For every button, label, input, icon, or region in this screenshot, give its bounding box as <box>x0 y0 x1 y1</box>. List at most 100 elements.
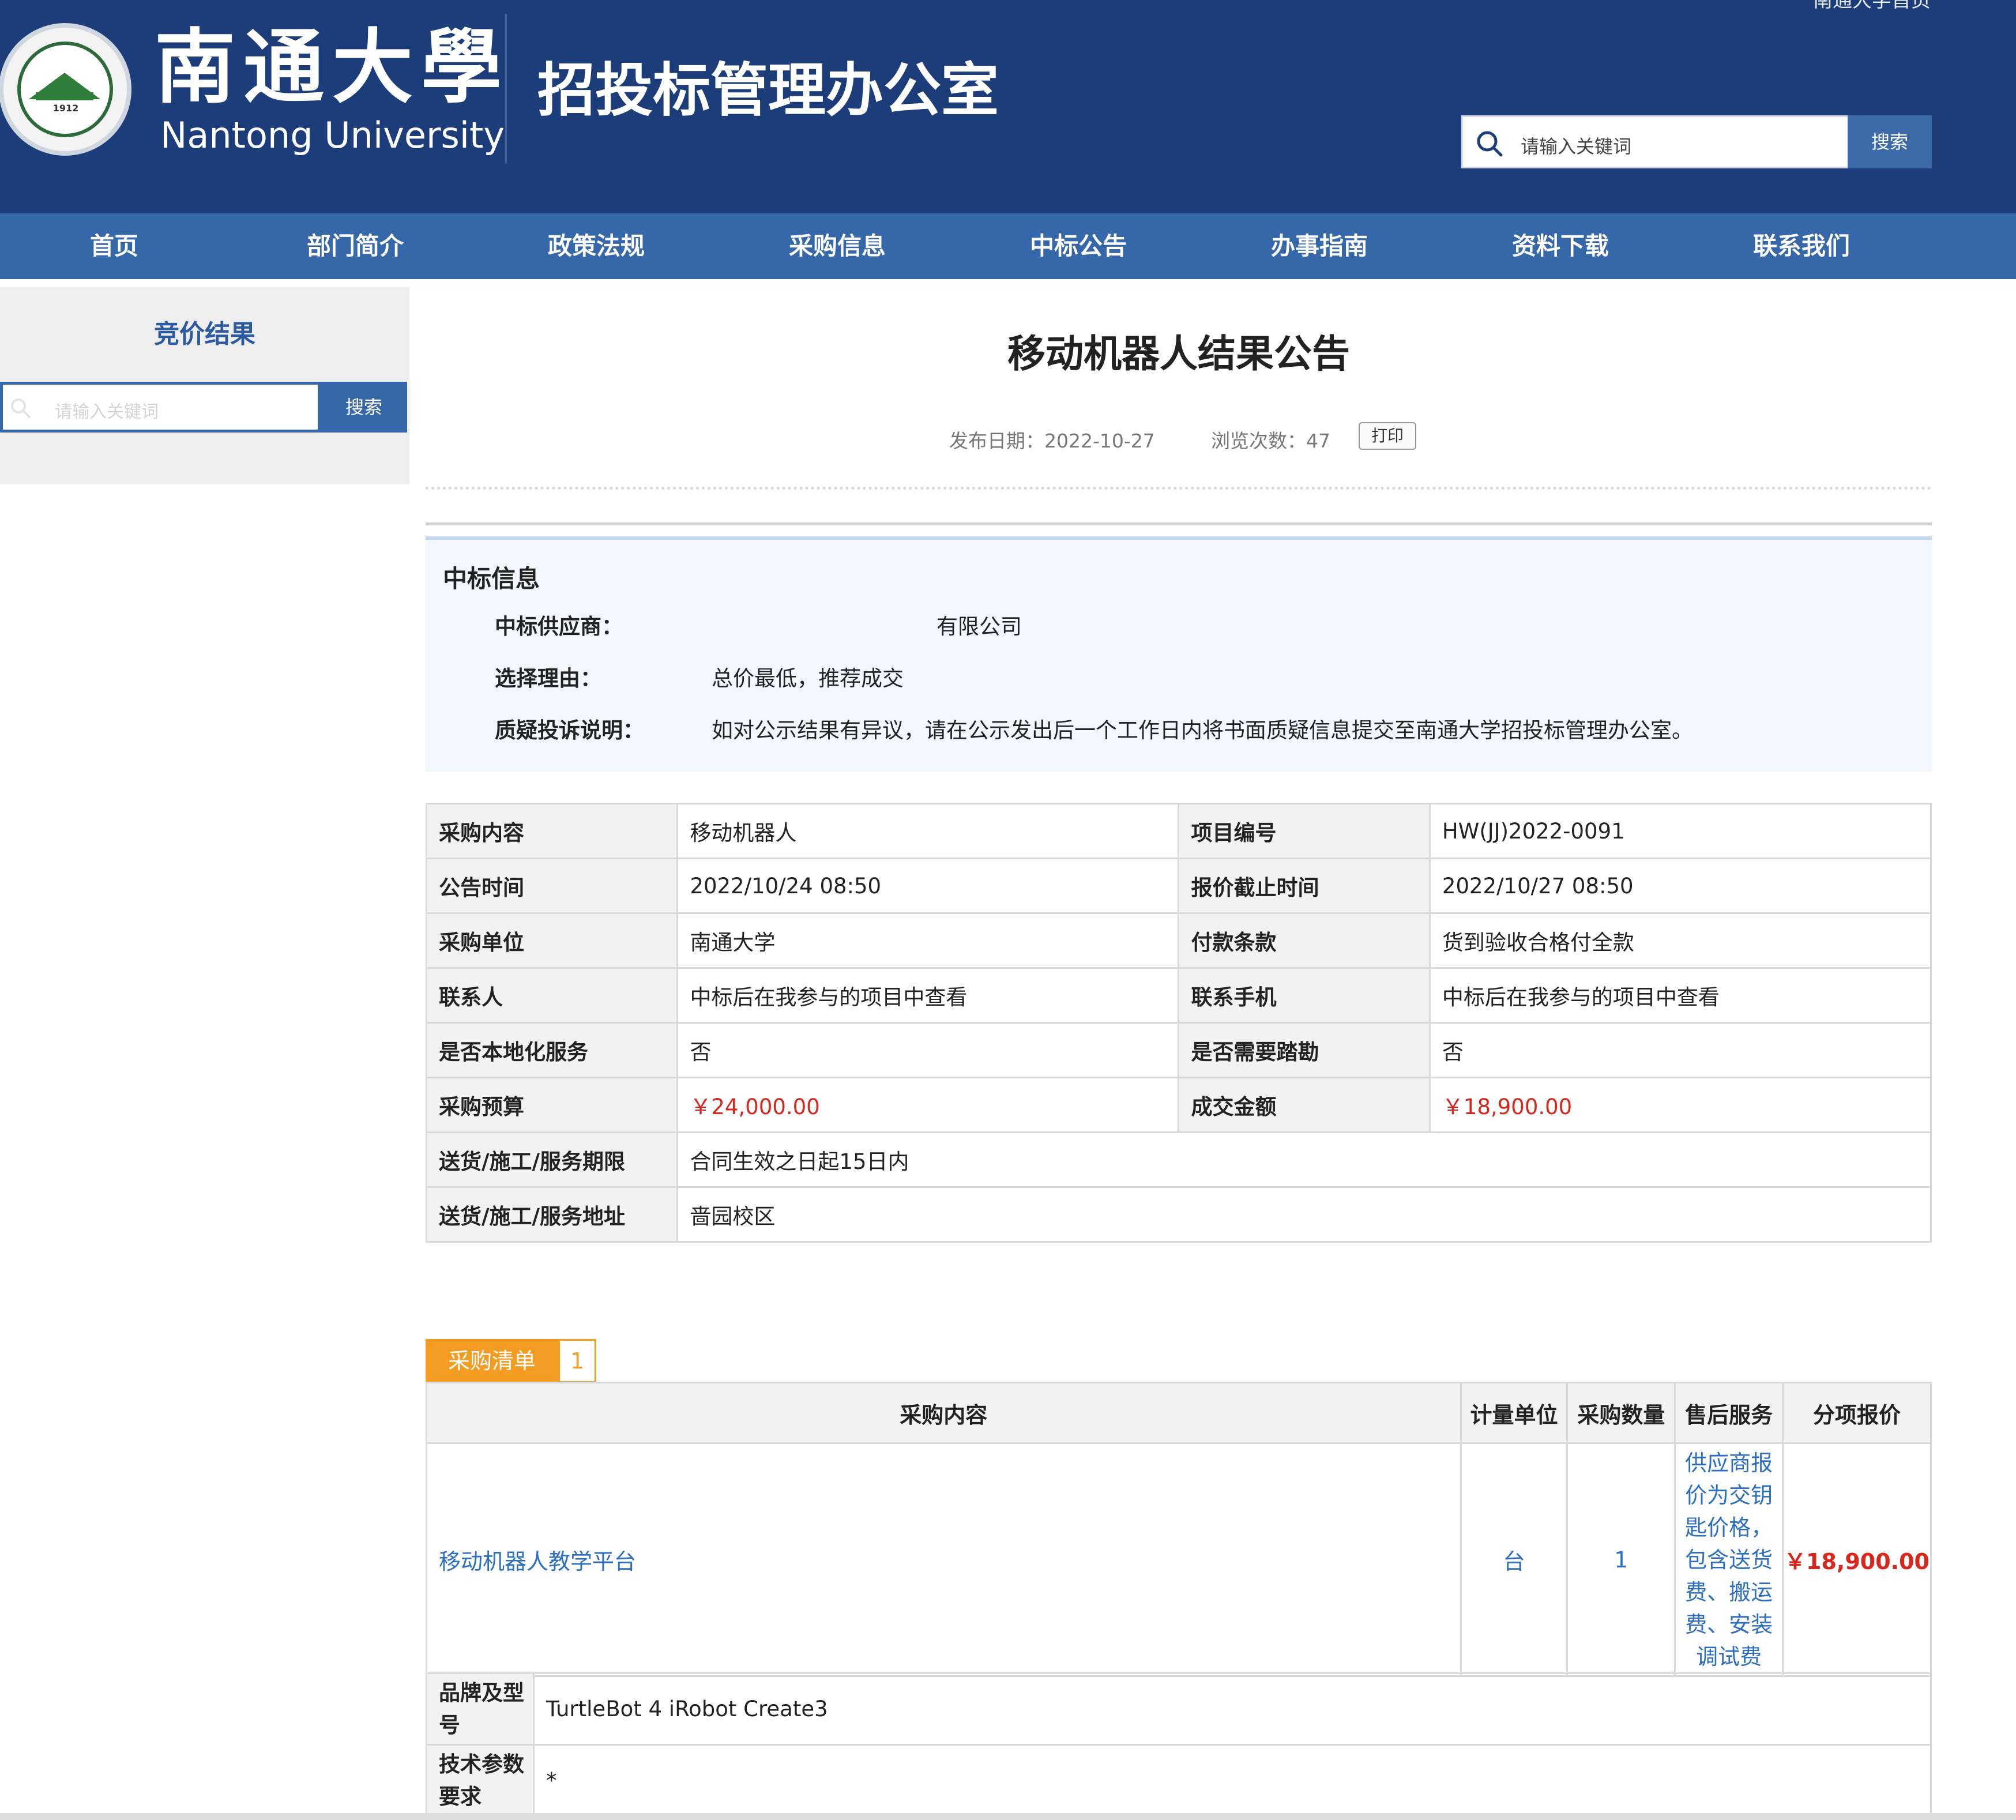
spec-label-line: 要求 <box>439 1784 482 1809</box>
sidebar-search-input[interactable]: 请输入关键词 <box>0 382 321 433</box>
nav-item-awards[interactable]: 中标公告 <box>1003 213 1153 279</box>
detail-key: 报价截止时间 <box>1178 858 1431 914</box>
brand-label-line: 品牌及型 <box>439 1680 524 1705</box>
detail-value: 2022/10/24 08:50 <box>676 858 1180 914</box>
detail-value: 中标后在我参与的项目中查看 <box>1428 967 1932 1024</box>
table-row: 技术参数 要求 * <box>426 1744 1932 1817</box>
table-row: 品牌及型 号 TurtleBot 4 iRobot Create3 <box>426 1672 1932 1746</box>
purchase-list-count: 1 <box>558 1339 596 1383</box>
table-row: 送货/施工/服务地址 啬园校区 <box>425 1186 1932 1243</box>
office-title: 招投标管理办公室 <box>537 56 999 124</box>
project-detail-table: 采购内容 移动机器人 项目编号 HW(JJ)2022-0091 公告时间 202… <box>425 803 1932 1243</box>
sidebar-search-placeholder: 请输入关键词 <box>55 402 159 422</box>
header-search-button[interactable]: 搜索 <box>1848 115 1932 168</box>
detail-key: 成交金额 <box>1178 1077 1431 1133</box>
bid-info-heading: 中标信息 <box>443 565 540 593</box>
reason-value: 总价最低，推荐成交 <box>712 666 904 691</box>
item-price: ￥18,900.00 <box>1782 1442 1932 1677</box>
nav-item-home[interactable]: 首页 <box>39 213 189 279</box>
service-line: 匙价格， <box>1685 1514 1773 1540</box>
university-home-link[interactable]: 南通大学首页 <box>1813 0 1931 10</box>
detail-value: 移动机器人 <box>676 803 1180 859</box>
header-search-placeholder: 请输入关键词 <box>1521 136 1632 157</box>
table-row: 公告时间 2022/10/24 08:50 报价截止时间 2022/10/27 … <box>425 858 1932 914</box>
detail-key: 联系人 <box>425 967 679 1024</box>
purchase-item-extra-table: 品牌及型 号 TurtleBot 4 iRobot Create3 技术参数 要… <box>426 1672 1932 1817</box>
detail-key: 项目编号 <box>1178 803 1431 859</box>
nav-item-downloads[interactable]: 资料下载 <box>1485 213 1635 279</box>
brand-label: 品牌及型 号 <box>426 1672 535 1746</box>
spec-label: 技术参数 要求 <box>426 1744 535 1817</box>
service-line: 费、安装 <box>1685 1611 1773 1637</box>
brand-value: TurtleBot 4 iRobot Create3 <box>533 1672 1932 1746</box>
header-divider <box>505 14 507 164</box>
reason-label: 选择理由： <box>495 666 601 691</box>
university-seal-logo[interactable]: 1912 <box>0 23 131 156</box>
complaint-value: 如对公示结果有异议，请在公示发出后一个工作日内将书面质疑信息提交至南通大学招投标… <box>712 718 1693 743</box>
table-row: 送货/施工/服务期限 合同生效之日起15日内 <box>425 1131 1932 1188</box>
service-line: 费、搬运 <box>1685 1579 1773 1605</box>
brand-label-line: 号 <box>439 1712 460 1738</box>
table-row: 采购预算 ￥24,000.00 成交金额 ￥18,900.00 <box>425 1077 1932 1133</box>
bid-info-panel: 中标信息 中标供应商： 有限公司 选择理由： 总价最低，推荐成交 质疑投诉说明：… <box>426 540 1932 772</box>
search-icon <box>11 398 31 418</box>
table-header-row: 采购内容 计量单位 采购数量 售后服务 分项报价 <box>426 1382 1932 1444</box>
budget-value: ￥24,000.00 <box>676 1077 1180 1133</box>
detail-key: 是否本地化服务 <box>425 1022 679 1078</box>
purchase-list-tab[interactable]: 采购清单 <box>426 1339 558 1383</box>
seal-roof-base <box>36 92 93 100</box>
redacted-supplier-name <box>712 619 936 637</box>
col-header-content: 采购内容 <box>426 1382 1462 1444</box>
detail-key: 公告时间 <box>425 858 679 914</box>
col-header-quantity: 采购数量 <box>1566 1382 1676 1444</box>
detail-value: 合同生效之日起15日内 <box>676 1131 1932 1188</box>
brand-english-name: Nantong University <box>160 114 505 156</box>
table-row: 联系人 中标后在我参与的项目中查看 联系手机 中标后在我参与的项目中查看 <box>425 967 1932 1024</box>
bottom-edge <box>0 1813 2016 1820</box>
detail-key: 送货/施工/服务地址 <box>425 1186 679 1243</box>
detail-value: 否 <box>1428 1022 1932 1078</box>
nav-item-policies[interactable]: 政策法规 <box>521 213 671 279</box>
seal-year: 1912 <box>52 103 79 114</box>
service-line: 供应商报 <box>1685 1450 1773 1476</box>
view-count: 浏览次数：47 <box>1211 430 1330 452</box>
item-name-link[interactable]: 移动机器人教学平台 <box>426 1442 1462 1677</box>
detail-key: 采购内容 <box>425 803 679 859</box>
table-row: 移动机器人教学平台 台 1 供应商报 价为交钥 匙价格， 包含送货 费、搬运 费… <box>426 1442 1932 1677</box>
section-rule <box>426 522 1932 525</box>
supplier-suffix: 有限公司 <box>936 614 1022 639</box>
col-header-service: 售后服务 <box>1674 1382 1784 1444</box>
detail-value: 中标后在我参与的项目中查看 <box>676 967 1180 1024</box>
detail-key: 送货/施工/服务期限 <box>425 1131 679 1188</box>
supplier-value: 有限公司 <box>712 609 1022 640</box>
search-icon <box>1477 131 1503 157</box>
col-header-unit: 计量单位 <box>1460 1382 1569 1444</box>
nav-item-guide[interactable]: 办事指南 <box>1244 213 1394 279</box>
item-quantity: 1 <box>1566 1442 1676 1677</box>
detail-key: 付款条款 <box>1178 912 1431 969</box>
detail-value: 南通大学 <box>676 912 1180 969</box>
item-service: 供应商报 价为交钥 匙价格， 包含送货 费、搬运 费、安装 调试费 <box>1674 1442 1784 1677</box>
nav-item-about[interactable]: 部门简介 <box>280 213 430 279</box>
print-button[interactable]: 打印 <box>1359 422 1416 450</box>
nav-item-procurement[interactable]: 采购信息 <box>762 213 912 279</box>
purchase-list-table: 采购内容 计量单位 采购数量 售后服务 分项报价 移动机器人教学平台 台 1 供… <box>426 1382 1932 1677</box>
detail-value: HW(JJ)2022-0091 <box>1428 803 1932 859</box>
table-row: 采购内容 移动机器人 项目编号 HW(JJ)2022-0091 <box>425 803 1932 859</box>
table-row: 是否本地化服务 否 是否需要踏勘 否 <box>425 1022 1932 1078</box>
sidebar-search-button[interactable]: 搜索 <box>321 382 407 433</box>
service-line: 价为交钥 <box>1685 1482 1773 1508</box>
detail-key: 采购预算 <box>425 1077 679 1133</box>
sidebar-title[interactable]: 竞价结果 <box>0 287 409 382</box>
nav-item-contact[interactable]: 联系我们 <box>1727 213 1876 279</box>
brand-chinese-name: 南通大學 <box>155 20 510 115</box>
supplier-label: 中标供应商： <box>495 614 623 639</box>
detail-key: 联系手机 <box>1178 967 1431 1024</box>
deal-amount-value: ￥18,900.00 <box>1428 1077 1932 1133</box>
service-line: 包含送货 <box>1685 1547 1773 1573</box>
detail-value: 货到验收合格付全款 <box>1428 912 1932 969</box>
complaint-label: 质疑投诉说明： <box>495 718 644 743</box>
dotted-divider <box>426 487 1932 490</box>
detail-value: 2022/10/27 08:50 <box>1428 858 1932 914</box>
page-title: 移动机器人结果公告 <box>1007 332 1350 376</box>
